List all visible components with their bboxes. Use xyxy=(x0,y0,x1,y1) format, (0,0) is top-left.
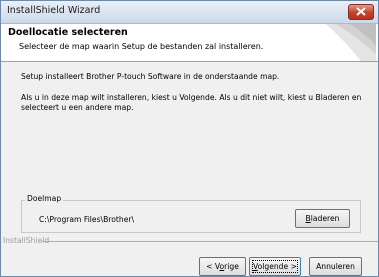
browse-label-post: laderen xyxy=(310,214,340,223)
next-button[interactable]: Volgende > xyxy=(249,257,301,276)
focus-rectangle xyxy=(252,260,298,273)
installshield-wizard-window: InstallShield Wizard Doellocatie selecte… xyxy=(0,0,379,277)
window-title: InstallShield Wizard xyxy=(7,5,101,16)
browse-button[interactable]: Bladeren xyxy=(295,209,350,228)
close-button[interactable] xyxy=(348,4,374,20)
destination-path: C:\Program Files\Brother\ xyxy=(39,215,135,224)
cancel-button[interactable]: Annuleren xyxy=(309,257,362,276)
wizard-header-graphic xyxy=(326,24,376,61)
title-bar[interactable]: InstallShield Wizard xyxy=(1,1,378,24)
close-icon xyxy=(356,7,366,16)
destination-folder-label: Doelmap xyxy=(25,194,64,203)
instruction-text: Als u in deze map wilt installeren, kies… xyxy=(21,93,362,112)
wizard-header: Doellocatie selecteren Selecteer de map … xyxy=(1,24,378,62)
page-subtitle: Selecteer de map waarin Setup de bestand… xyxy=(19,42,264,51)
page-title: Doellocatie selecteren xyxy=(8,27,128,38)
back-label-pre: < V xyxy=(206,262,220,271)
footer-divider xyxy=(42,241,378,242)
back-button[interactable]: < Vorige xyxy=(199,257,246,276)
back-label-post: rige xyxy=(224,262,239,271)
install-info-text: Setup installeert Brother P-touch Softwa… xyxy=(21,72,280,81)
